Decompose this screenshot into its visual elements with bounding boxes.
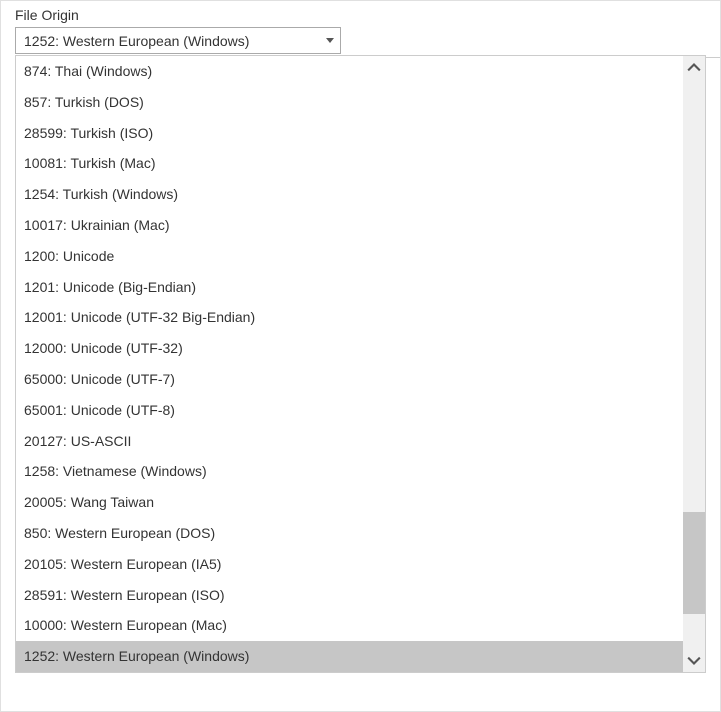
list-item[interactable]: 28591: Western European (ISO): [16, 580, 683, 611]
list-item[interactable]: 850: Western European (DOS): [16, 518, 683, 549]
chevron-down-icon: [687, 653, 701, 667]
list-item[interactable]: 65000: Unicode (UTF-7): [16, 364, 683, 395]
file-origin-label: File Origin: [15, 7, 706, 23]
chevron-down-icon: [326, 38, 334, 43]
scroll-track[interactable]: [683, 80, 705, 648]
list-item[interactable]: 874: Thai (Windows): [16, 56, 683, 87]
scrollbar[interactable]: [683, 56, 705, 672]
list-item[interactable]: 1201: Unicode (Big-Endian): [16, 272, 683, 303]
list-item[interactable]: 20127: US-ASCII: [16, 426, 683, 457]
list-item[interactable]: 20005: Wang Taiwan: [16, 487, 683, 518]
list-item[interactable]: 1254: Turkish (Windows): [16, 179, 683, 210]
chevron-up-icon: [687, 61, 701, 75]
file-origin-dropdown-list[interactable]: 874: Thai (Windows)857: Turkish (DOS)285…: [15, 55, 706, 673]
list-item[interactable]: 10017: Ukrainian (Mac): [16, 210, 683, 241]
list-item[interactable]: 12000: Unicode (UTF-32): [16, 333, 683, 364]
list-item[interactable]: 65001: Unicode (UTF-8): [16, 395, 683, 426]
list-item[interactable]: 28599: Turkish (ISO): [16, 118, 683, 149]
list-item[interactable]: 1258: Vietnamese (Windows): [16, 456, 683, 487]
list-item[interactable]: 12001: Unicode (UTF-32 Big-Endian): [16, 302, 683, 333]
panel-divider: [706, 57, 720, 58]
list-item[interactable]: 1200: Unicode: [16, 241, 683, 272]
scroll-down-button[interactable]: [683, 648, 705, 672]
list-item[interactable]: 20105: Western European (IA5): [16, 549, 683, 580]
scroll-thumb[interactable]: [683, 512, 705, 614]
dropdown-selected-value: 1252: Western European (Windows): [24, 33, 249, 49]
file-origin-dropdown[interactable]: 1252: Western European (Windows): [15, 27, 341, 54]
list-item[interactable]: 10000: Western European (Mac): [16, 610, 683, 641]
scroll-up-button[interactable]: [683, 56, 705, 80]
list-item[interactable]: 1252: Western European (Windows): [16, 641, 683, 672]
list-item[interactable]: 10081: Turkish (Mac): [16, 148, 683, 179]
list-item[interactable]: 857: Turkish (DOS): [16, 87, 683, 118]
